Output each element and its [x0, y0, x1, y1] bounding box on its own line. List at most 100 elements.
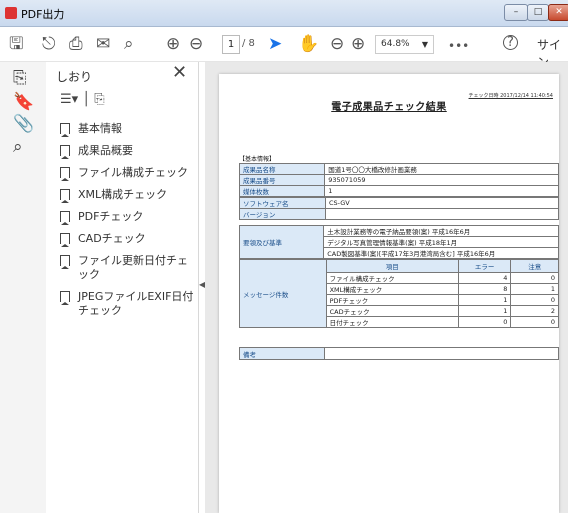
table-row: 備考: [238, 347, 559, 360]
page-down-icon[interactable]: ⊖: [189, 34, 203, 54]
search-icon[interactable]: ⌕: [124, 34, 134, 54]
minimize-button[interactable]: –: [504, 4, 528, 21]
table-value: XML構成チェック: [325, 283, 459, 295]
bookmark-icon: [60, 291, 70, 302]
app-icon: [5, 7, 17, 19]
bookmark-icon: [60, 123, 70, 134]
table-value: 土木設計業務等の電子納品要領(案) 平成16年6月: [323, 225, 559, 237]
table-label: メッセージ件数: [239, 259, 327, 328]
bookmarks-panel: しおり ✕ ☰▾ │ ⎘ 基本情報 成果品概要 ファイル構成チェック XML構成…: [46, 62, 199, 513]
toolbar: 🖫 ⎋ ⎙ ✉ ⌕ ⊕ ⊖ 1 / 8 ➤ ✋ ⊖ ⊕ 64.8% ▼ ••• ?…: [0, 27, 568, 69]
messages-table: メッセージ件数 項目 エラー 注意 ファイル構成チェック 4 0 XML構成チェック…: [239, 259, 559, 328]
chevron-down-icon: ▼: [421, 40, 428, 49]
bookmark-item[interactable]: 成果品概要: [60, 144, 196, 158]
bookmark-options-icon[interactable]: ☰▾ │ ⎘: [60, 92, 105, 107]
table-value: デジタル写真管理情報基準(案) 平成18年1月: [323, 236, 559, 248]
zoom-in-icon[interactable]: ⊕: [351, 34, 365, 54]
table-header-row: メッセージ件数 項目 エラー 注意: [239, 259, 559, 328]
bookmark-label: 成果品概要: [78, 144, 133, 157]
table-value: 0: [457, 316, 512, 328]
bookmark-item[interactable]: ファイル更新日付チェック: [60, 254, 196, 282]
hand-icon[interactable]: ✋: [298, 34, 319, 54]
select-arrow-icon[interactable]: ➤: [268, 34, 282, 54]
bookmark-icon: [60, 211, 70, 222]
bookmark-item[interactable]: JPEGファイルEXIF日付チェック: [60, 290, 196, 318]
basic-info-table: 成果品名称 国道1号〇〇大橋改修計画業務 成果品番号 935071059 媒体枚数 1: [238, 163, 559, 197]
table-value: 0: [510, 272, 559, 284]
save-icon[interactable]: 🖫: [9, 34, 23, 54]
table-value: 1: [457, 294, 512, 306]
bookmark-label: JPEGファイルEXIF日付チェック: [78, 290, 194, 317]
table-row: バージョン: [238, 208, 559, 220]
bookmark-item[interactable]: ファイル構成チェック: [60, 166, 196, 180]
table-row: 媒体枚数 1: [238, 185, 559, 197]
bookmark-label: XML構成チェック: [78, 188, 168, 201]
table-label: 媒体枚数: [238, 185, 326, 197]
left-rail: ⎘ 🔖 📎 ⌕: [0, 62, 47, 513]
bookmark-item[interactable]: CADチェック: [60, 232, 196, 246]
zoom-select[interactable]: 64.8% ▼: [375, 35, 434, 54]
table-value: [325, 208, 559, 220]
share-icon[interactable]: ⎋: [42, 34, 55, 54]
bookmark-label: CADチェック: [78, 232, 146, 245]
bookmark-icon: [60, 255, 70, 266]
bookmark-item[interactable]: PDFチェック: [60, 210, 196, 224]
document-viewer[interactable]: チェック日時 2017/12/14 11:40:54 電子成果品チェック結果 【…: [205, 62, 568, 513]
bookmark-list: 基本情報 成果品概要 ファイル構成チェック XML構成チェック PDFチェック …: [60, 122, 196, 326]
maximize-button[interactable]: □: [527, 4, 549, 21]
table-value: ファイル構成チェック: [325, 272, 459, 284]
title-bar: PDF出力 – □ ✕: [0, 0, 568, 27]
table-value: 1: [510, 283, 559, 295]
table-value: 4: [457, 272, 512, 284]
table-row: 要領及び基準 土木設計業務等の電子納品要領(案) 平成16年6月: [238, 225, 559, 259]
table-value: PDFチェック: [325, 294, 459, 306]
more-button[interactable]: •••: [448, 36, 469, 56]
remarks-table: 備考: [238, 347, 559, 360]
page-total: / 8: [242, 38, 255, 49]
table-label: 成果品番号: [238, 174, 326, 186]
close-icon[interactable]: ✕: [172, 62, 187, 83]
zoom-out-icon[interactable]: ⊖: [330, 34, 344, 54]
page-number-input[interactable]: 1: [222, 35, 240, 54]
column-header: 注意: [510, 259, 559, 273]
attachment-icon[interactable]: 📎: [13, 114, 34, 134]
bookmark-item[interactable]: XML構成チェック: [60, 188, 196, 202]
table-value: 2: [510, 305, 559, 317]
page-up-icon[interactable]: ⊕: [166, 34, 180, 54]
bookmark-item[interactable]: 基本情報: [60, 122, 196, 136]
bookmark-label: ファイル更新日付チェック: [78, 254, 188, 281]
table-value: 日付チェック: [325, 316, 459, 328]
bookmark-label: PDFチェック: [78, 210, 144, 223]
table-value: 1: [457, 305, 512, 317]
table-value: [324, 347, 559, 360]
table-row: 成果品名称 国道1号〇〇大橋改修計画業務: [238, 163, 559, 175]
bookmark-label: ファイル構成チェック: [78, 166, 188, 179]
table-label: ソフトウェア名: [238, 197, 327, 209]
bookmark-icon: [60, 189, 70, 200]
table-value: CS-GV: [325, 197, 559, 209]
search-icon[interactable]: ⌕: [13, 137, 23, 157]
standards-table: 要領及び基準 土木設計業務等の電子納品要領(案) 平成16年6月 デジタル写真管理…: [238, 225, 559, 259]
column-header: 項目: [325, 259, 459, 273]
table-label: 成果品名称: [238, 163, 326, 175]
bookmark-icon[interactable]: 🔖: [13, 92, 34, 112]
mail-icon[interactable]: ✉: [96, 34, 110, 54]
help-icon[interactable]: ?: [503, 35, 518, 50]
software-table: ソフトウェア名 CS-GV バージョン: [238, 197, 559, 220]
table-label: バージョン: [238, 208, 327, 220]
pages-icon[interactable]: ⎘: [13, 68, 27, 88]
table-row: 成果品番号 935071059: [238, 174, 559, 186]
close-button[interactable]: ✕: [548, 4, 568, 21]
table-row: ソフトウェア名 CS-GV: [238, 197, 559, 209]
section-label: 【基本情報】: [239, 156, 276, 163]
table-label: 要領及び基準: [238, 225, 325, 259]
table-value: 935071059: [324, 174, 559, 186]
table-value: 8: [457, 283, 512, 295]
print-icon[interactable]: ⎙: [69, 34, 83, 54]
panel-title: しおり: [56, 70, 93, 84]
document-title: 電子成果品チェック結果: [331, 102, 447, 113]
bookmark-icon: [60, 233, 70, 244]
table-value: 0: [510, 316, 559, 328]
table-value: CAD製図基準(案)[平成17年3月港湾局含む] 平成16年6月: [323, 247, 559, 259]
bookmark-icon: [60, 145, 70, 156]
